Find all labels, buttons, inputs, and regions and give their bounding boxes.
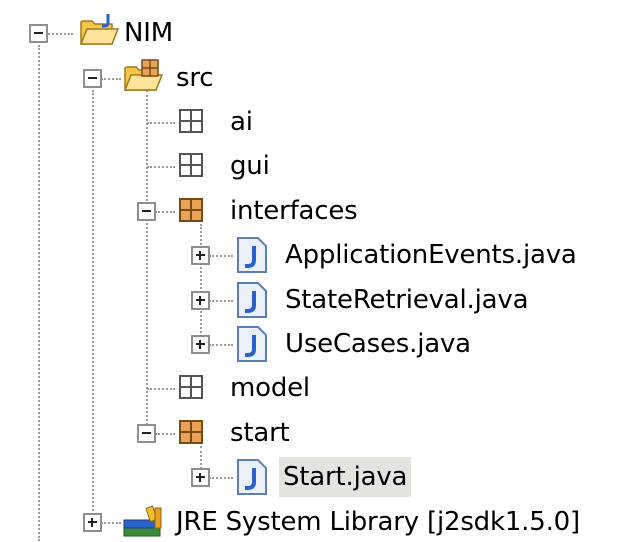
tree-connector <box>209 344 233 346</box>
tree-connector <box>147 388 175 390</box>
expand-toggle-jre-library[interactable] <box>83 513 102 532</box>
tree-connector <box>155 433 175 435</box>
package-icon <box>179 420 203 444</box>
java-project-folder-icon <box>79 14 120 45</box>
collapse-toggle-start[interactable] <box>137 424 156 443</box>
collapse-toggle-interfaces[interactable] <box>137 202 156 221</box>
java-file-icon <box>237 326 267 362</box>
source-folder-icon <box>123 59 164 91</box>
tree-connector <box>101 522 121 524</box>
tree-connector <box>146 90 148 433</box>
expand-toggle-application-events[interactable] <box>191 246 210 265</box>
tree-item-state-retrieval-java[interactable]: StateRetrieval.java <box>281 280 532 320</box>
tree-connector <box>147 122 175 124</box>
java-file-icon <box>237 282 267 318</box>
tree-connector <box>209 477 233 479</box>
empty-package-icon <box>179 153 203 177</box>
tree-connector <box>147 166 175 168</box>
empty-package-icon <box>179 109 203 133</box>
tree-item-use-cases-java[interactable]: UseCases.java <box>281 324 475 364</box>
tree-item-model[interactable]: model <box>226 368 314 408</box>
library-icon <box>123 505 162 537</box>
empty-package-icon <box>179 375 203 399</box>
tree-connector <box>38 45 40 541</box>
tree-item-start-java[interactable]: Start.java <box>279 457 412 497</box>
tree-item-jre-system-library[interactable]: JRE System Library [j2sdk1.5.0] <box>172 502 584 542</box>
tree-connector <box>155 211 175 213</box>
tree-item-gui[interactable]: gui <box>226 146 274 186</box>
tree-item-application-events-java[interactable]: ApplicationEvents.java <box>281 235 581 275</box>
java-file-icon <box>237 459 267 495</box>
tree-item-interfaces[interactable]: interfaces <box>226 191 362 231</box>
tree-item-start[interactable]: start <box>226 413 294 453</box>
tree-connector <box>101 78 121 80</box>
package-explorer-tree: NIM src ai gui interfaces ApplicationEve… <box>0 0 626 541</box>
tree-connector <box>209 255 233 257</box>
tree-connector <box>92 90 94 523</box>
tree-connector <box>45 33 73 35</box>
collapse-toggle-nim[interactable] <box>29 24 48 43</box>
tree-item-src[interactable]: src <box>172 58 217 98</box>
expand-toggle-start-java[interactable] <box>191 468 210 487</box>
tree-connector <box>200 224 202 344</box>
expand-toggle-state-retrieval[interactable] <box>191 291 210 310</box>
tree-connector <box>209 300 233 302</box>
package-icon <box>179 198 203 222</box>
tree-item-ai[interactable]: ai <box>226 102 257 142</box>
collapse-toggle-src[interactable] <box>83 69 102 88</box>
tree-item-nim[interactable]: NIM <box>120 13 177 53</box>
expand-toggle-use-cases[interactable] <box>191 335 210 354</box>
java-file-icon <box>237 237 267 273</box>
